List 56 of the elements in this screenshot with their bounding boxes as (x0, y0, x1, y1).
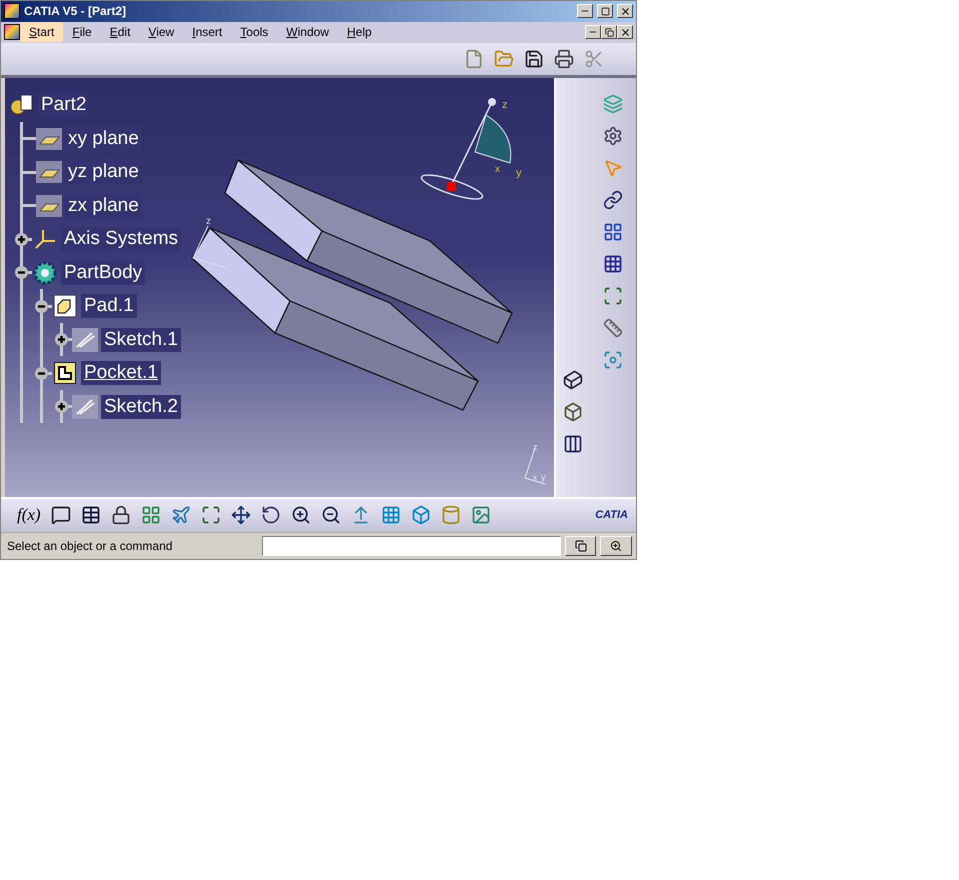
plus-icon (57, 402, 66, 412)
menu-item[interactable]: Tools (231, 22, 278, 42)
app-icon (4, 3, 20, 20)
tree-node-label[interactable]: Pad.1 (81, 294, 137, 318)
menu-item[interactable]: Start (20, 22, 64, 42)
close-icon (620, 26, 630, 38)
minimize-button[interactable] (577, 4, 593, 18)
tree-node-label[interactable]: Axis Systems (61, 227, 182, 252)
plane-icon (36, 161, 62, 184)
restore-button[interactable] (601, 25, 617, 40)
catia-logo: CATIA (595, 509, 628, 522)
window-title: CATIA V5 - [Part2] (24, 4, 128, 18)
plane-icon (36, 194, 62, 217)
search-button[interactable] (600, 536, 632, 556)
menu-item[interactable]: View (139, 22, 184, 42)
block-icon (54, 295, 76, 318)
command-input-field[interactable] (262, 536, 561, 556)
gear-icon (33, 260, 57, 285)
collapse-toggle[interactable] (35, 300, 48, 313)
plane-icon (36, 128, 62, 150)
sketch-icon (72, 328, 98, 352)
tree-node-label[interactable]: Pocket.1 (81, 361, 161, 386)
collapse-toggle[interactable] (15, 266, 28, 280)
tree-node-label[interactable]: Sketch.2 (101, 394, 181, 419)
status-message: Select an object or a command (7, 539, 174, 554)
search-icon (610, 540, 622, 552)
expand-toggle[interactable] (55, 400, 68, 414)
document-icon (4, 24, 20, 40)
tree-node-label[interactable]: Part2 (38, 93, 90, 118)
maximize-button[interactable] (597, 4, 613, 18)
close-button[interactable] (617, 4, 633, 18)
compass-drawing: z x y (420, 98, 522, 200)
menu-item[interactable]: Window (277, 22, 338, 42)
plus-icon (17, 234, 26, 244)
axis-icon (33, 227, 57, 252)
close-icon (620, 6, 630, 17)
menu-item[interactable]: Help (338, 22, 381, 42)
windows-icon (574, 540, 587, 552)
sketch-icon (72, 394, 98, 419)
window-toggle-button[interactable] (564, 536, 596, 556)
expand-toggle[interactable] (15, 232, 28, 246)
tree-node-label[interactable]: Sketch.1 (101, 328, 181, 352)
tree-node-label[interactable]: xy plane (65, 126, 142, 151)
menu-item[interactable]: Insert (183, 22, 232, 42)
maximize-icon (600, 6, 610, 16)
plus-icon (57, 335, 66, 344)
tree-node-label[interactable]: PartBody (61, 260, 146, 285)
minimize-button[interactable] (585, 25, 601, 40)
formula-button[interactable]: f(x) (15, 505, 43, 526)
menu-item[interactable]: File (63, 22, 101, 42)
restore-icon (604, 28, 614, 37)
part-icon (9, 93, 35, 118)
collapse-toggle[interactable] (35, 366, 48, 380)
menu-item[interactable]: Edit (100, 22, 140, 42)
close-button[interactable] (617, 25, 633, 40)
expand-toggle[interactable] (55, 333, 68, 346)
